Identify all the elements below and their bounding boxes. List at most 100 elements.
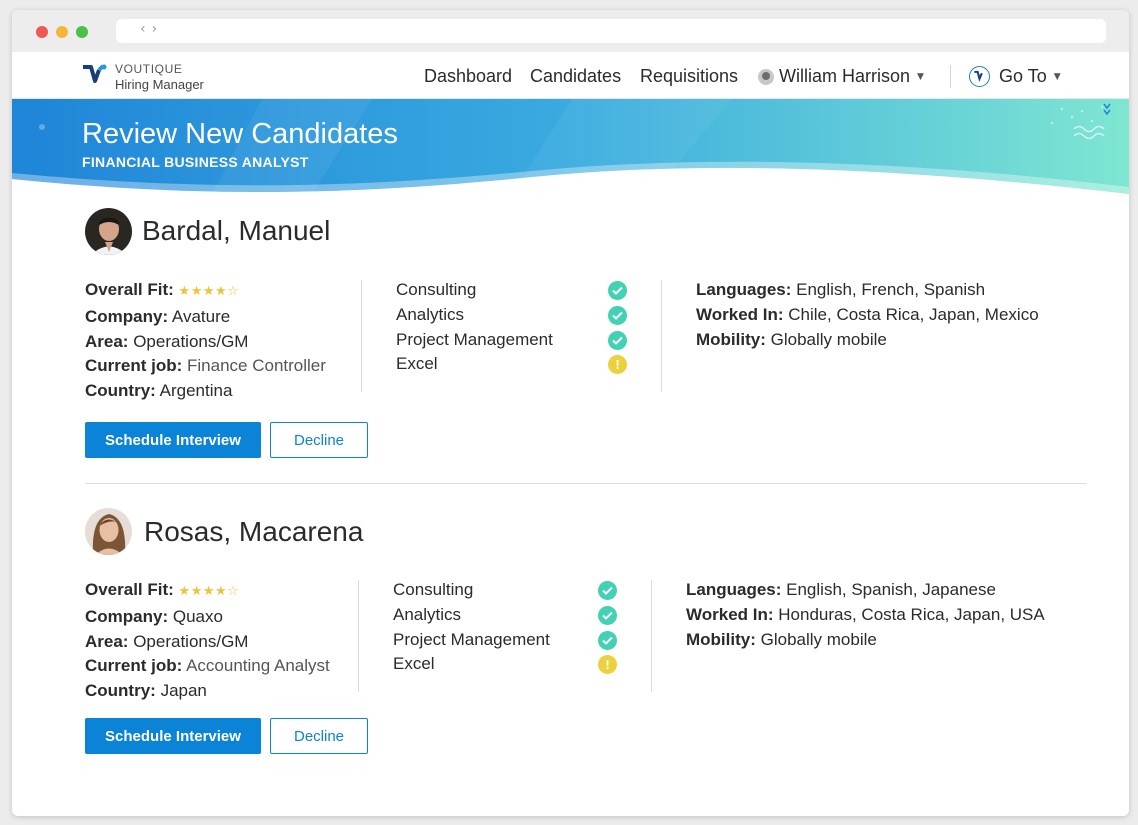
address-bar[interactable]: ‹›	[116, 19, 1106, 43]
current-job-value: Accounting Analyst	[186, 656, 330, 676]
decline-button[interactable]: Decline	[270, 718, 368, 754]
skills-list: Consulting Analytics Project Management …	[393, 578, 623, 677]
top-navigation: VOUTIQUE Hiring Manager Dashboard Candid…	[12, 52, 1129, 99]
country-label: Country:	[85, 681, 156, 701]
candidate-details: Overall Fit: ★★★★☆ Company: Quaxo Area: …	[85, 578, 330, 704]
nav-divider	[950, 65, 951, 88]
candidate-separator	[85, 483, 1087, 484]
current-job-label: Current job:	[85, 356, 183, 376]
country-value: Argentina	[159, 381, 233, 401]
mobility-label: Mobility:	[696, 329, 766, 349]
skill-label: Excel	[396, 354, 438, 374]
browser-chrome: ‹›	[12, 10, 1129, 52]
overall-fit-row: Overall Fit: ★★★★☆	[85, 578, 330, 605]
skill-item: Excel!	[393, 652, 623, 677]
candidate-avatar	[85, 208, 132, 255]
worked-in-row: Worked In: Honduras, Costa Rica, Japan, …	[686, 603, 1045, 628]
user-menu[interactable]: William Harrison ▼	[758, 66, 924, 87]
current-job-row: Current job: Finance Controller	[85, 354, 326, 379]
mobility-value: Globally mobile	[770, 329, 887, 349]
rating-stars-icon: ★★★★☆	[178, 284, 240, 299]
mobility-value: Globally mobile	[760, 629, 877, 649]
schedule-interview-button[interactable]: Schedule Interview	[85, 422, 261, 458]
voutique-logo-icon[interactable]	[82, 64, 108, 92]
candidate-extra: Languages: English, Spanish, Japanese Wo…	[686, 578, 1045, 652]
brand-name: VOUTIQUE Hiring Manager	[115, 62, 204, 92]
languages-value: English, Spanish, Japanese	[786, 580, 996, 599]
column-divider	[361, 280, 362, 392]
worked-in-value: Honduras, Costa Rica, Japan, USA	[778, 604, 1045, 624]
area-value: Operations/GM	[133, 631, 249, 651]
decline-button[interactable]: Decline	[270, 422, 368, 458]
skill-item: Project Management	[396, 328, 631, 353]
overall-fit-label: Overall Fit:	[85, 580, 174, 599]
languages-label: Languages:	[686, 580, 782, 599]
skill-item: Analytics	[393, 603, 623, 628]
mobility-row: Mobility: Globally mobile	[686, 628, 1045, 653]
skill-item: Excel!	[396, 352, 631, 377]
worked-in-value: Chile, Costa Rica, Japan, Mexico	[788, 304, 1039, 324]
skill-label: Project Management	[393, 629, 550, 649]
skill-item: Analytics	[396, 303, 631, 328]
country-row: Country: Argentina	[85, 379, 326, 404]
nav-requisitions[interactable]: Requisitions	[640, 66, 738, 87]
minimize-window-button[interactable]	[56, 26, 68, 38]
chevron-down-icon: ▼	[1053, 71, 1061, 82]
check-icon	[598, 581, 617, 600]
overall-fit-row: Overall Fit: ★★★★☆	[85, 278, 326, 305]
candidate-name: Rosas, Macarena	[144, 516, 364, 547]
current-job-label: Current job:	[85, 656, 183, 676]
brand-top: VOUTIQUE	[115, 62, 183, 76]
column-divider	[358, 580, 359, 692]
mobility-label: Mobility:	[686, 629, 756, 649]
schedule-interview-button[interactable]: Schedule Interview	[85, 718, 261, 754]
goto-menu[interactable]: Go To ▼	[969, 66, 1061, 87]
country-value: Japan	[160, 681, 207, 701]
skill-item: Consulting	[393, 578, 623, 603]
chevron-down-icon: ▼	[917, 71, 924, 82]
voutique-small-logo-icon	[969, 66, 990, 87]
check-icon	[598, 605, 617, 625]
warning-icon: !	[598, 655, 617, 675]
column-divider	[651, 580, 652, 692]
nav-candidates[interactable]: Candidates	[530, 66, 621, 87]
candidate-name: Bardal, Manuel	[142, 215, 331, 246]
area-row: Area: Operations/GM	[85, 330, 326, 355]
candidate-details: Overall Fit: ★★★★☆ Company: Avature Area…	[85, 278, 326, 404]
company-label: Company:	[85, 606, 169, 626]
skill-label: Excel	[393, 654, 435, 674]
company-label: Company:	[85, 306, 169, 326]
close-window-button[interactable]	[36, 26, 48, 38]
user-name: William Harrison	[779, 66, 911, 86]
languages-value: English, French, Spanish	[796, 280, 986, 299]
warning-icon: !	[608, 355, 627, 375]
user-avatar-icon	[758, 68, 774, 85]
worked-in-row: Worked In: Chile, Costa Rica, Japan, Mex…	[696, 303, 1039, 328]
current-job-row: Current job: Accounting Analyst	[85, 654, 330, 679]
company-value: Avature	[171, 306, 231, 326]
check-icon	[608, 305, 627, 325]
page-banner: Review New Candidates FINANCIAL BUSINESS…	[12, 99, 1129, 194]
goto-label: Go To	[999, 66, 1047, 86]
overall-fit-label: Overall Fit:	[85, 280, 174, 299]
nav-dashboard[interactable]: Dashboard	[424, 66, 512, 87]
country-label: Country:	[85, 381, 156, 401]
company-value: Quaxo	[172, 606, 223, 626]
languages-row: Languages: English, French, Spanish	[696, 278, 1039, 303]
check-icon	[598, 630, 617, 650]
company-row: Company: Quaxo	[85, 605, 330, 630]
languages-row: Languages: English, Spanish, Japanese	[686, 578, 1045, 603]
check-icon	[608, 330, 627, 350]
area-label: Area:	[85, 631, 129, 651]
worked-in-label: Worked In:	[696, 304, 784, 324]
maximize-window-button[interactable]	[76, 26, 88, 38]
skills-list: Consulting Analytics Project Management …	[396, 278, 631, 377]
candidate-avatar	[85, 508, 132, 555]
country-row: Country: Japan	[85, 679, 330, 704]
back-forward-icon[interactable]: ‹›	[140, 21, 163, 37]
page-subtitle: FINANCIAL BUSINESS ANALYST	[82, 154, 309, 170]
browser-window: ‹› VOUTIQUE Hiring Manager Dashboard Can…	[12, 10, 1129, 816]
mobility-row: Mobility: Globally mobile	[696, 328, 1039, 353]
area-row: Area: Operations/GM	[85, 630, 330, 655]
skill-label: Analytics	[393, 604, 462, 624]
